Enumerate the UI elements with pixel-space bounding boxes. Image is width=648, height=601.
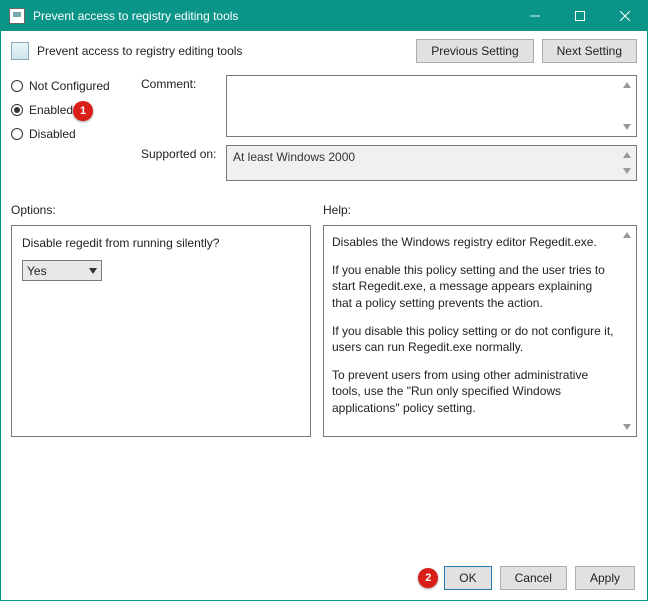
cancel-button[interactable]: Cancel [500, 566, 567, 590]
scroll-down-icon[interactable] [618, 163, 635, 179]
policy-title: Prevent access to registry editing tools [37, 44, 416, 58]
scrollbar[interactable] [618, 227, 635, 435]
radio-label: Not Configured [29, 79, 110, 93]
options-dropdown[interactable]: Yes [22, 260, 102, 281]
close-button[interactable] [602, 1, 647, 31]
supported-label: Supported on: [141, 145, 226, 181]
help-paragraph: Disables the Windows registry editor Reg… [332, 234, 614, 250]
minimize-button[interactable] [512, 1, 557, 31]
next-setting-button[interactable]: Next Setting [542, 39, 637, 63]
help-paragraph: If you enable this policy setting and th… [332, 262, 614, 311]
scrollbar[interactable] [618, 77, 635, 135]
chevron-down-icon [89, 268, 97, 274]
radio-enabled[interactable]: Enabled 1 [11, 103, 141, 117]
apply-button[interactable]: Apply [575, 566, 635, 590]
radio-dot-icon [11, 80, 23, 92]
comment-label: Comment: [141, 75, 226, 137]
policy-window: Prevent access to registry editing tools… [0, 0, 648, 601]
dropdown-value: Yes [27, 264, 47, 278]
options-box: Disable regedit from running silently? Y… [11, 225, 311, 437]
annotation-badge-1: 1 [73, 101, 93, 121]
annotation-badge-2: 2 [418, 568, 438, 588]
scroll-down-icon[interactable] [618, 119, 635, 135]
maximize-button[interactable] [557, 1, 602, 31]
radio-label: Enabled [29, 103, 73, 117]
comment-textarea[interactable] [226, 75, 637, 137]
options-question: Disable regedit from running silently? [22, 236, 300, 250]
policy-icon [11, 42, 29, 60]
titlebar: Prevent access to registry editing tools [1, 1, 647, 31]
dialog-footer: 2 OK Cancel Apply [418, 566, 635, 590]
window-icon [9, 8, 25, 24]
radio-disabled[interactable]: Disabled [11, 127, 141, 141]
radio-label: Disabled [29, 127, 76, 141]
supported-value: At least Windows 2000 [233, 150, 355, 164]
client-area: Prevent access to registry editing tools… [1, 31, 647, 600]
scroll-up-icon[interactable] [618, 227, 635, 243]
state-radios: Not Configured Enabled 1 Disabled [11, 75, 141, 189]
previous-setting-button[interactable]: Previous Setting [416, 39, 533, 63]
ok-button[interactable]: OK [444, 566, 491, 590]
scroll-up-icon[interactable] [618, 77, 635, 93]
scrollbar[interactable] [618, 147, 635, 179]
window-title: Prevent access to registry editing tools [33, 9, 512, 23]
radio-dot-icon [11, 128, 23, 140]
supported-textbox: At least Windows 2000 [226, 145, 637, 181]
options-section-label: Options: [11, 203, 311, 217]
scroll-down-icon[interactable] [618, 419, 635, 435]
radio-not-configured[interactable]: Not Configured [11, 79, 141, 93]
scroll-up-icon[interactable] [618, 147, 635, 163]
help-section-label: Help: [323, 203, 637, 217]
help-paragraph: To prevent users from using other admini… [332, 367, 614, 416]
radio-dot-icon [11, 104, 23, 116]
help-paragraph: If you disable this policy setting or do… [332, 323, 614, 355]
help-box: Disables the Windows registry editor Reg… [323, 225, 637, 437]
